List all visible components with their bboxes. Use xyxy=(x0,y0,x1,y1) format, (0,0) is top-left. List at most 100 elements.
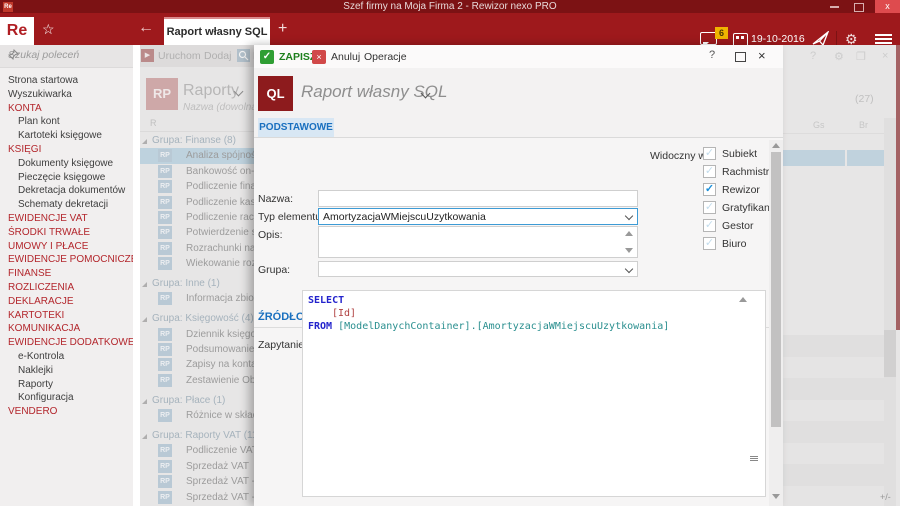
checkbox-label: Biuro xyxy=(722,238,747,250)
sql-query-editor[interactable]: SELECT [Id] FROM [ModelDanychContainer].… xyxy=(302,290,766,497)
report-filter-input[interactable]: Nazwa (dowolna) xyxy=(183,102,260,113)
dialog-scroll-up-icon[interactable] xyxy=(772,143,780,148)
new-tab-icon[interactable]: + xyxy=(278,21,287,37)
restore-icon[interactable] xyxy=(854,3,864,12)
background-window: ? ⚙ ❐ × (27) Gs Br +/- xyxy=(783,45,900,506)
operations-menu[interactable]: Operacje xyxy=(364,50,407,64)
unchecked-checkbox-icon[interactable]: ✓ xyxy=(703,165,716,178)
reports-panel-title[interactable]: Raporty xyxy=(183,82,239,100)
window-edge xyxy=(896,45,900,330)
collapse-triangle-icon[interactable] xyxy=(142,282,147,287)
sidebar-item[interactable]: Konfiguracja xyxy=(0,391,133,405)
sidebar-item[interactable]: Raporty xyxy=(0,378,133,392)
current-date[interactable]: 19-10-2016 xyxy=(751,33,805,45)
sql-line-1: SELECT xyxy=(308,294,760,307)
sql-line-2: [Id] xyxy=(308,307,760,320)
report-type-badge: RP xyxy=(158,292,172,305)
send-icon[interactable] xyxy=(812,31,829,46)
unchecked-checkbox-icon[interactable]: ✓ xyxy=(703,147,716,160)
collapse-triangle-icon[interactable] xyxy=(142,434,147,439)
unchecked-checkbox-icon[interactable]: ✓ xyxy=(703,219,716,232)
pin-icon[interactable] xyxy=(8,49,125,60)
dialog-header: QL Raport własny SQL xyxy=(254,68,783,116)
sidebar-item[interactable]: VENDERO xyxy=(0,405,133,419)
name-input[interactable] xyxy=(318,190,638,207)
report-type-badge: RP xyxy=(158,149,172,162)
bg-grid-row xyxy=(783,357,884,379)
visibility-row-gratyfikant: ✓Gratyfikant xyxy=(703,201,823,215)
sidebar-item[interactable]: UMOWY I PŁACE xyxy=(0,240,133,254)
sidebar-item[interactable]: EWIDENCJE DODATKOWE xyxy=(0,336,133,350)
save-check-icon[interactable]: ✓ xyxy=(260,50,274,64)
hamburger-menu-icon[interactable] xyxy=(875,34,892,45)
sidebar-item[interactable]: Pieczęcie księgowe xyxy=(0,171,133,185)
sidebar-item[interactable]: FINANSE xyxy=(0,267,133,281)
sidebar-item[interactable]: EWIDENCJE VAT xyxy=(0,212,133,226)
column-label: R xyxy=(150,118,157,128)
active-tab-raport-wlasny-sql[interactable]: Raport własny SQL xyxy=(164,17,270,47)
sidebar-item[interactable]: KOMUNIKACJA xyxy=(0,322,133,336)
bg-grid-row xyxy=(783,400,884,422)
sidebar-item[interactable]: ŚRODKI TRWAŁE xyxy=(0,226,133,240)
command-search-input[interactable]: Szukaj poleceń xyxy=(0,45,133,68)
unchecked-checkbox-icon[interactable]: ✓ xyxy=(703,201,716,214)
sidebar-item[interactable]: Dekretacja dokumentów xyxy=(0,184,133,198)
visibility-row-rewizor: ✓Rewizor xyxy=(703,183,823,197)
sql-scroll-up-icon[interactable] xyxy=(739,297,747,302)
dialog-maximize-icon[interactable] xyxy=(735,52,746,62)
app-logo[interactable]: Re xyxy=(0,17,34,45)
sidebar-item[interactable]: Dokumenty księgowe xyxy=(0,157,133,171)
collapse-triangle-icon[interactable] xyxy=(142,399,147,404)
close-icon[interactable]: x xyxy=(875,0,900,13)
chevron-down-icon xyxy=(625,212,633,220)
sidebar-item[interactable]: Strona startowa xyxy=(0,74,133,88)
report-type-badge: RP xyxy=(158,242,172,255)
sidebar-item[interactable]: Plan kont xyxy=(0,115,133,129)
favorites-star-icon[interactable]: ☆ xyxy=(42,21,55,37)
sidebar-item[interactable]: KSIĘGI xyxy=(0,143,133,157)
tab-podstawowe[interactable]: PODSTAWOWE xyxy=(258,118,334,137)
bg-grid-row xyxy=(783,486,884,506)
dialog-close-icon[interactable]: × xyxy=(758,48,766,63)
run-icon[interactable]: ▶ xyxy=(141,49,154,62)
cancel-x-icon[interactable]: × xyxy=(312,50,326,64)
sidebar-item[interactable]: KARTOTEKI xyxy=(0,309,133,323)
collapse-triangle-icon[interactable] xyxy=(142,317,147,322)
type-select[interactable]: AmortyzacjaWMiejscuUzytkowania xyxy=(318,208,638,225)
checked-checkbox-icon[interactable]: ✓ xyxy=(703,183,716,196)
description-textarea[interactable] xyxy=(318,226,638,258)
group-label: Grupa: xyxy=(258,264,290,276)
dialog-scrollbar-thumb[interactable] xyxy=(771,152,781,427)
sidebar-item[interactable]: e-Kontrola xyxy=(0,350,133,364)
group-select[interactable] xyxy=(318,261,638,277)
sidebar-item[interactable]: DEKLARACJE xyxy=(0,295,133,309)
minimize-icon[interactable] xyxy=(830,6,839,8)
back-arrow-icon[interactable]: ← xyxy=(138,19,154,37)
sidebar-item[interactable]: EWIDENCJE POMOCNICZE xyxy=(0,253,133,267)
collapse-triangle-icon[interactable] xyxy=(142,139,147,144)
sidebar-item[interactable]: ROZLICZENIA xyxy=(0,281,133,295)
dialog-scroll-down-icon[interactable] xyxy=(772,494,780,499)
bg-close-icon: × xyxy=(882,50,888,62)
add-button[interactable]: Dodaj xyxy=(204,50,231,62)
cancel-button[interactable]: Anuluj xyxy=(331,50,360,64)
sidebar-item[interactable]: Schematy dekretacji xyxy=(0,198,133,212)
search-icon[interactable] xyxy=(237,49,250,62)
visibility-row-biuro: ✓ Biuro xyxy=(703,237,823,251)
sidebar-item[interactable]: KONTA xyxy=(0,102,133,116)
scroll-down-icon[interactable] xyxy=(625,248,633,253)
panel-gap xyxy=(133,45,140,506)
dialog-help-icon[interactable]: ? xyxy=(709,49,715,61)
report-type-badge: RP xyxy=(158,226,172,239)
sidebar-item[interactable]: Wyszukiwarka xyxy=(0,88,133,102)
bg-col-gs: Gs xyxy=(813,120,825,130)
bg-restore-icon: ❐ xyxy=(856,50,866,63)
sidebar-item[interactable]: Kartoteki księgowe xyxy=(0,129,133,143)
report-type-badge: RP xyxy=(158,444,172,457)
run-button[interactable]: Uruchom xyxy=(158,50,201,62)
scroll-up-icon[interactable] xyxy=(625,231,633,236)
save-button[interactable]: ZAPISZ xyxy=(279,50,316,64)
resize-grip-icon[interactable] xyxy=(750,456,758,462)
unchecked-checkbox-icon[interactable]: ✓ xyxy=(703,237,716,250)
sidebar-item[interactable]: Naklejki xyxy=(0,364,133,378)
